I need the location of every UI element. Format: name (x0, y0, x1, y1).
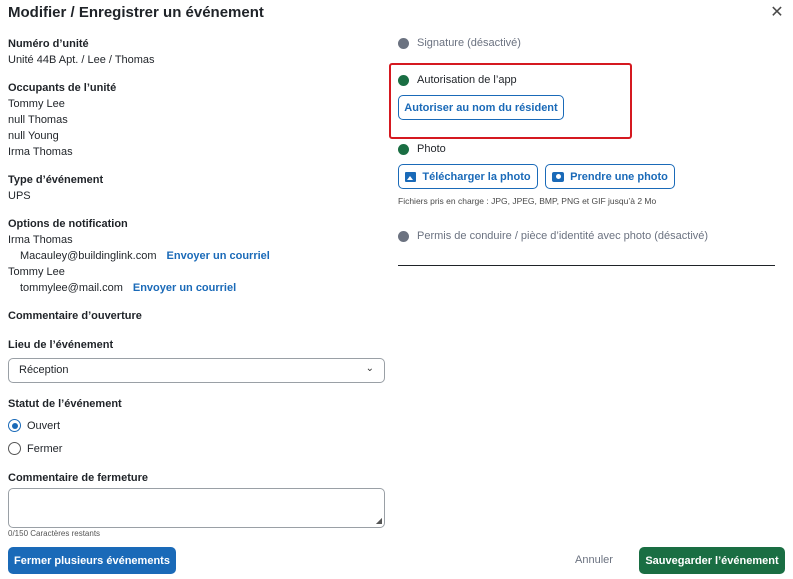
notification-recipient-name: Tommy Lee (8, 266, 65, 278)
image-icon (405, 171, 417, 182)
status-dot-disabled (398, 37, 409, 49)
authorize-resident-label: Autoriser au nom du résident (404, 101, 558, 114)
status-option-open[interactable]: Ouvert (8, 419, 60, 432)
close-icon[interactable]: ✕ (768, 4, 786, 22)
send-email-link[interactable]: Envoyer un courriel (167, 250, 270, 262)
notification-email: Macauley@buildinglink.com (20, 250, 157, 262)
signature-row: Signature (désactivé) (398, 37, 521, 49)
occupant-item: Irma Thomas (8, 146, 73, 158)
notification-recipient-row: Macauley@buildinglink.com Envoyer un cour… (8, 248, 388, 264)
closing-comment-textarea[interactable]: ◢ (8, 488, 385, 528)
event-location-label: Lieu de l’événement (8, 339, 114, 351)
occupant-item: null Young (8, 130, 59, 142)
close-multiple-events-button[interactable]: Fermer plusieurs événements (8, 547, 176, 574)
send-email-link[interactable]: Envoyer un courriel (133, 282, 236, 294)
section-divider (398, 265, 775, 266)
status-dot-active (398, 143, 409, 155)
event-location-value: Réception (19, 364, 69, 376)
chevron-down-icon: ⌄ (365, 363, 374, 374)
authorize-resident-button[interactable]: Autoriser au nom du résident (398, 95, 564, 120)
photo-row: Photo (398, 143, 446, 155)
cancel-button[interactable]: Annuler (575, 554, 613, 566)
status-dot-disabled (398, 230, 409, 242)
occupant-item: Tommy Lee (8, 98, 65, 110)
char-count: 0/150 Caractères restants (8, 529, 101, 537)
occupant-item: null Thomas (8, 114, 68, 126)
license-label: Permis de conduire / pièce d’identité av… (417, 230, 709, 242)
take-photo-button[interactable]: Prendre une photo (545, 164, 675, 189)
camera-icon (552, 171, 565, 182)
radio-close[interactable] (8, 442, 21, 455)
notification-options-label: Options de notification (8, 218, 128, 230)
status-open-label: Ouvert (27, 419, 61, 432)
occupants-label: Occupants de l’unité (8, 82, 117, 94)
notification-recipient-row: tommylee@mail.com Envoyer un courriel (8, 280, 388, 296)
upload-photo-button[interactable]: Télécharger la photo (398, 164, 538, 189)
upload-photo-label: Télécharger la photo (422, 170, 531, 183)
supported-files-note: Fichiers pris en charge : JPG, JPEG, BMP… (398, 196, 657, 206)
event-status-label: Statut de l’événement (8, 398, 122, 410)
closing-comment-label: Commentaire de fermeture (8, 472, 148, 484)
signature-label: Signature (désactivé) (417, 37, 521, 49)
take-photo-label: Prendre une photo (570, 170, 668, 183)
status-close-label: Fermer (27, 442, 63, 455)
event-location-select[interactable]: Réception ⌄ (8, 358, 385, 383)
event-details-column: Numéro d’unité Unité 44B Apt. / Lee / Th… (8, 37, 388, 353)
resize-grip-icon[interactable]: ◢ (376, 516, 382, 525)
event-type-label: Type d’événement (8, 174, 104, 186)
dialog-title: Modifier / Enregistrer un événement (8, 4, 264, 21)
status-option-close[interactable]: Fermer (8, 442, 62, 455)
notification-email: tommylee@mail.com (20, 282, 123, 294)
license-row: Permis de conduire / pièce d’identité av… (398, 230, 708, 242)
unit-value: Unité 44B Apt. / Lee / Thomas (8, 54, 155, 66)
save-event-button[interactable]: Sauvegarder l’événement (639, 547, 785, 574)
app-authorization-row: Autorisation de l’app (398, 74, 517, 86)
notification-recipient-name: Irma Thomas (8, 234, 73, 246)
status-dot-active (398, 74, 409, 86)
app-authorization-label: Autorisation de l’app (417, 74, 517, 86)
opening-comment-label: Commentaire d’ouverture (8, 310, 142, 322)
event-type-value: UPS (8, 190, 31, 202)
unit-label: Numéro d’unité (8, 38, 89, 50)
photo-label: Photo (417, 143, 446, 155)
radio-open[interactable] (8, 419, 21, 432)
